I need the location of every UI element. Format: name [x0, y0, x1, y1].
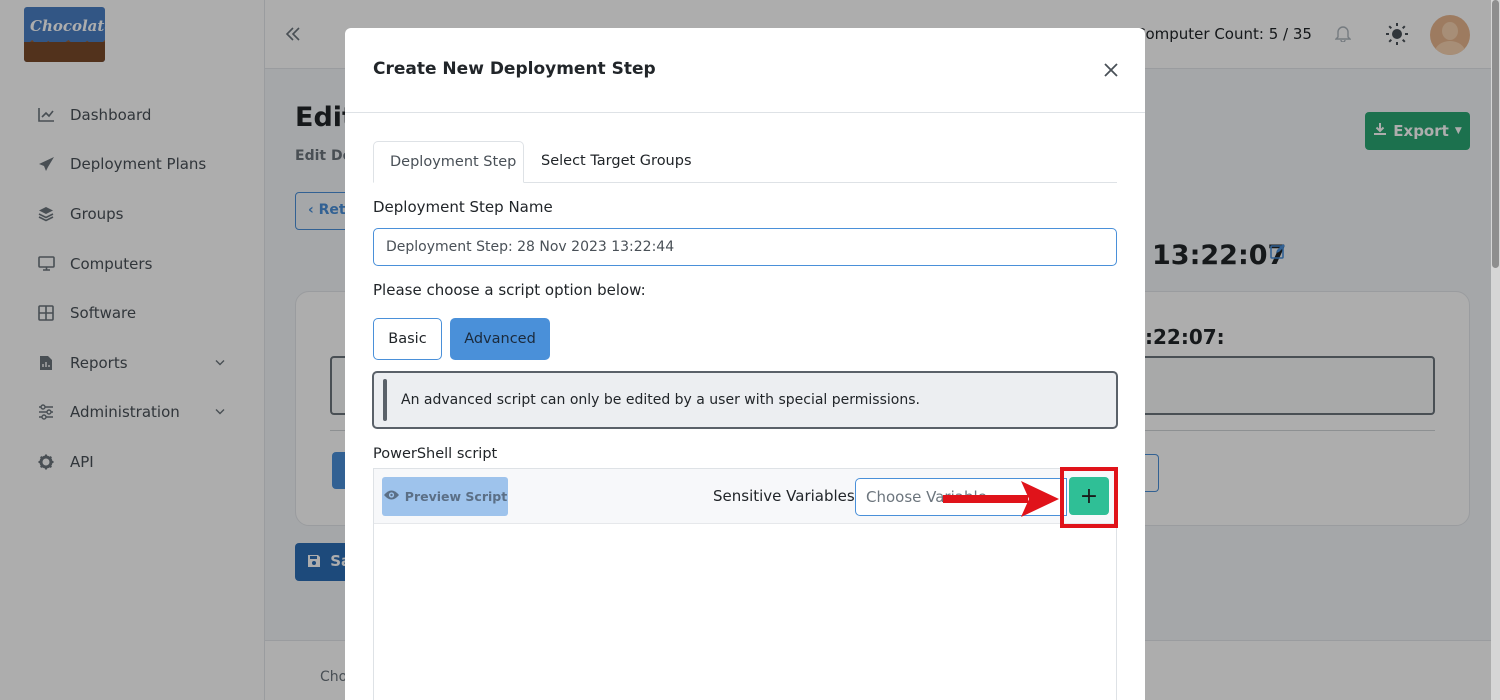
- preview-script-button[interactable]: Preview Script: [382, 477, 508, 516]
- modal-title: Create New Deployment Step: [373, 59, 656, 79]
- tab-select-target-groups[interactable]: Select Target Groups: [525, 141, 708, 183]
- page-scrollbar[interactable]: [1491, 0, 1500, 700]
- create-deployment-step-modal: Create New Deployment Step Deployment St…: [345, 28, 1145, 700]
- advanced-option-button[interactable]: Advanced: [450, 318, 550, 360]
- modal-header: Create New Deployment Step: [345, 28, 1145, 113]
- basic-option-button[interactable]: Basic: [373, 318, 442, 360]
- eye-icon: [383, 489, 400, 504]
- step-name-input[interactable]: [373, 228, 1117, 266]
- alert-text: An advanced script can only be edited by…: [401, 392, 920, 408]
- sensitive-variables-label: Sensitive Variables: [713, 487, 855, 505]
- script-toolbar: Preview Script Sensitive Variables Choos…: [374, 467, 1118, 528]
- modal-tabs: Deployment Step Select Target Groups: [373, 141, 1117, 183]
- alert-accent-bar: [383, 379, 387, 421]
- annotation-highlight-box: [1060, 467, 1118, 528]
- preview-script-label: Preview Script: [404, 489, 508, 504]
- step-name-label: Deployment Step Name: [373, 198, 553, 216]
- permission-alert: An advanced script can only be edited by…: [372, 371, 1118, 429]
- powershell-label: PowerShell script: [373, 446, 498, 462]
- powershell-editor[interactable]: Preview Script Sensitive Variables Choos…: [373, 467, 1118, 700]
- close-icon[interactable]: [1102, 61, 1120, 79]
- scrollbar-thumb[interactable]: [1492, 0, 1499, 268]
- annotation-arrow: [943, 481, 1059, 517]
- tab-deployment-step[interactable]: Deployment Step: [373, 141, 524, 183]
- script-option-prompt: Please choose a script option below:: [373, 281, 646, 299]
